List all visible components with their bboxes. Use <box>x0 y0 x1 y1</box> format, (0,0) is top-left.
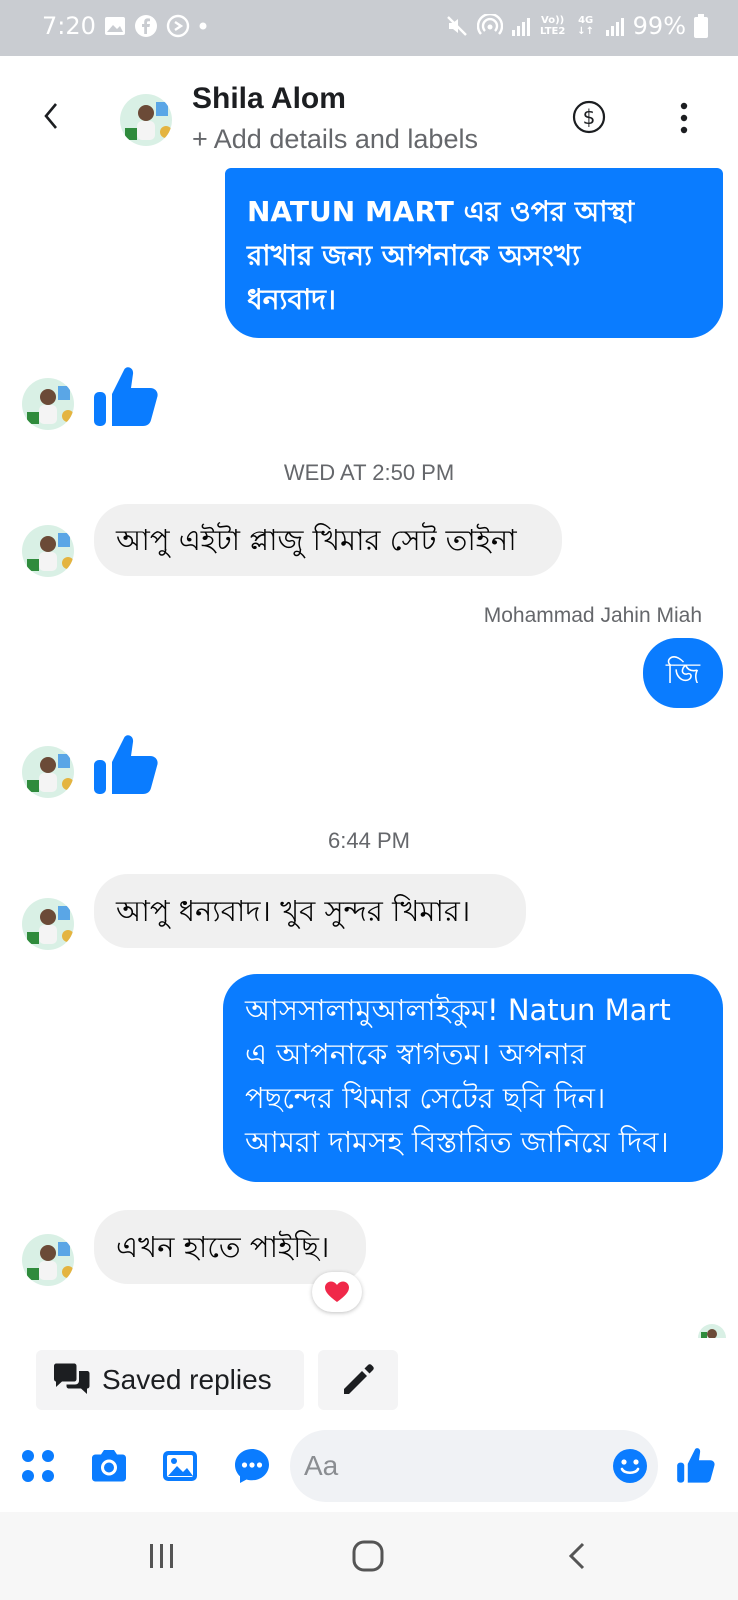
more-options-button[interactable] <box>668 100 700 136</box>
recent-apps-icon <box>150 1544 173 1568</box>
contact-avatar[interactable] <box>120 94 172 146</box>
gallery-icon <box>105 17 125 35</box>
sender-name: Mohammad Jahin Miah <box>483 604 702 627</box>
system-back-button[interactable] <box>558 1536 598 1576</box>
message-line: আসসালামুআলাইকুম! Natun Mart <box>245 993 671 1027</box>
timestamp: 6:44 PM <box>328 828 410 853</box>
dollar-icon: $ <box>572 100 606 134</box>
status-system-icons: Vo)) LTE2 4G ↓↑ 99% <box>445 12 708 40</box>
system-navigation-bar <box>0 1512 738 1600</box>
edit-button[interactable] <box>318 1350 398 1410</box>
battery-icon <box>694 14 708 38</box>
messenger-status-icon <box>166 14 190 38</box>
battery-percent: 99% <box>632 12 686 40</box>
more-vertical-icon <box>680 102 688 134</box>
status-bar: 7:20 Vo)) LTE2 4G ↓↑ 99% <box>0 0 738 56</box>
status-notification-icons <box>104 14 208 38</box>
image-icon <box>163 1451 197 1481</box>
chat-bubbles-icon <box>54 1363 90 1394</box>
sender-avatar[interactable] <box>22 378 74 430</box>
thumbs-up-icon <box>677 1448 715 1483</box>
message-line: রাখার জন্য আপনাকে অসংখ্য <box>247 239 581 272</box>
recent-apps-button[interactable] <box>142 1536 182 1576</box>
back-button[interactable] <box>36 96 68 136</box>
message-line: এ আপনাকে স্বাগতম। অপনার <box>245 1037 586 1071</box>
incoming-message[interactable]: আপু এইটা প্লাজু খিমার সেট তাইনা <box>94 504 562 576</box>
message-line: পছন্দের খিমার সেটের ছবি দিন। <box>245 1081 606 1115</box>
sender-avatar[interactable] <box>22 1234 74 1286</box>
gallery-button[interactable] <box>160 1446 200 1486</box>
dot-icon <box>199 22 207 30</box>
hotspot-icon <box>476 14 503 35</box>
contact-name[interactable]: Shila Alom <box>192 82 346 116</box>
message-input[interactable] <box>304 1442 594 1490</box>
network-label-1: Vo)) LTE2 <box>539 15 566 37</box>
four-dots-icon <box>22 1450 54 1482</box>
camera-icon <box>92 1450 126 1482</box>
smiley-icon <box>613 1449 647 1483</box>
chat-dots-icon <box>235 1449 269 1483</box>
message-input-container[interactable] <box>290 1430 658 1502</box>
pencil-icon <box>344 1364 374 1394</box>
thumbs-up-icon[interactable] <box>92 730 160 798</box>
thumbs-up-icon[interactable] <box>92 362 160 430</box>
conversation-header: Shila Alom + Add details and labels $ <box>0 56 738 180</box>
network-label-2: 4G ↓↑ <box>577 15 595 37</box>
outgoing-message[interactable]: আসসালামুআলাইকুম! Natun Mart এ আপনাকে স্ব… <box>223 974 723 1182</box>
outgoing-message[interactable]: জি <box>643 638 723 708</box>
payment-button[interactable]: $ <box>572 100 606 134</box>
signal-icon-2 <box>605 18 624 36</box>
sender-avatar[interactable] <box>22 746 74 798</box>
send-like-button[interactable] <box>676 1444 716 1484</box>
svg-text:$: $ <box>583 105 596 129</box>
outgoing-message[interactable]: NATUN MART এর ওপর আস্থা রাখার জন্য আপনাক… <box>225 168 723 338</box>
incoming-message[interactable]: আপু ধন্যবাদ। খুব সুন্দর খিমার। <box>94 874 526 948</box>
timestamp: WED AT 2:50 PM <box>283 460 455 485</box>
status-time: 7:20 <box>42 12 96 40</box>
chevron-left-icon <box>568 1542 585 1570</box>
message-line: আমরা দামসহ বিস্তারিত জানিয়ে দিব। <box>245 1125 669 1159</box>
signal-icon <box>511 18 530 36</box>
sender-avatar[interactable] <box>22 898 74 950</box>
facebook-icon <box>135 15 157 37</box>
camera-button[interactable] <box>88 1446 128 1486</box>
sender-avatar[interactable] <box>22 525 74 577</box>
saved-replies-button[interactable]: Saved replies <box>36 1350 304 1410</box>
quick-message-button[interactable] <box>232 1446 272 1486</box>
emoji-button[interactable] <box>612 1448 648 1484</box>
home-button[interactable] <box>348 1536 388 1576</box>
mute-icon <box>446 16 467 36</box>
seen-indicator-avatar <box>698 1324 726 1338</box>
message-line: NATUN MART এর ওপর আস্থা <box>247 195 635 228</box>
saved-replies-label: Saved replies <box>102 1364 272 1395</box>
add-details-link[interactable]: + Add details and labels <box>192 124 478 155</box>
heart-reaction[interactable] <box>312 1272 362 1312</box>
heart-icon <box>325 1281 349 1302</box>
chevron-left-icon <box>44 103 57 129</box>
apps-button[interactable] <box>18 1446 58 1486</box>
message-line: ধন্যবাদ। <box>247 283 336 316</box>
home-icon <box>352 1540 384 1572</box>
